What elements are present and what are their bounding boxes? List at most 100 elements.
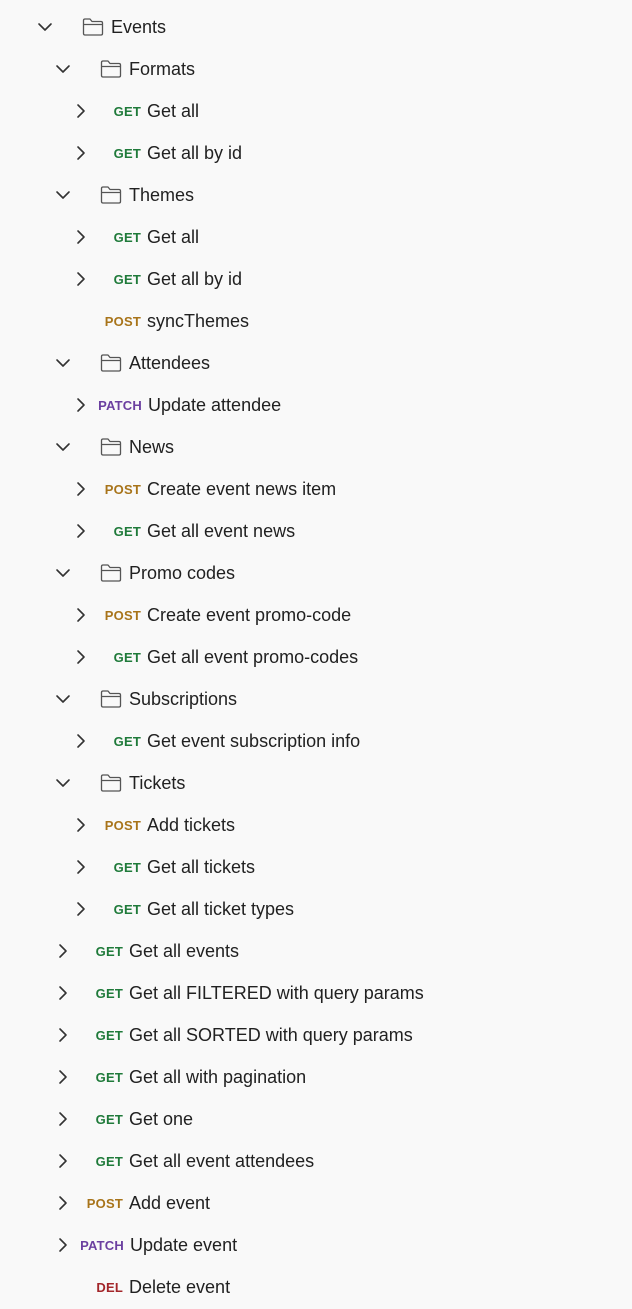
folder-icon <box>99 352 123 374</box>
folder-label: Themes <box>129 185 195 205</box>
method-badge: DEL <box>96 1280 123 1295</box>
request-item[interactable]: POST Add event <box>0 1182 632 1224</box>
request-label: Update attendee <box>148 395 282 415</box>
folder-promo-codes[interactable]: Promo codes <box>0 552 632 594</box>
request-item[interactable]: GET Get one <box>0 1098 632 1140</box>
request-item[interactable]: PATCH Update event <box>0 1224 632 1266</box>
method-badge: GET <box>95 1154 123 1169</box>
chevron-right-icon[interactable] <box>72 102 90 120</box>
folder-icon <box>99 772 123 794</box>
request-item[interactable]: PATCH Update attendee <box>0 384 632 426</box>
chevron-right-icon[interactable] <box>54 1152 72 1170</box>
folder-news[interactable]: News <box>0 426 632 468</box>
chevron-right-icon[interactable] <box>72 606 90 624</box>
folder-icon <box>99 436 123 458</box>
chevron-right-icon[interactable] <box>72 228 90 246</box>
chevron-right-icon[interactable] <box>72 648 90 666</box>
chevron-right-icon[interactable] <box>72 144 90 162</box>
chevron-right-icon[interactable] <box>72 816 90 834</box>
chevron-right-icon[interactable] <box>54 942 72 960</box>
request-item[interactable]: GET Get all by id <box>0 258 632 300</box>
folder-subscriptions[interactable]: Subscriptions <box>0 678 632 720</box>
chevron-right-icon[interactable] <box>72 270 90 288</box>
chevron-down-icon[interactable] <box>54 690 72 708</box>
request-label: Delete event <box>129 1277 231 1297</box>
request-item[interactable]: GET Get all <box>0 90 632 132</box>
chevron-right-icon[interactable] <box>72 522 90 540</box>
chevron-down-icon[interactable] <box>36 18 54 36</box>
chevron-right-icon[interactable] <box>72 900 90 918</box>
method-badge: GET <box>113 860 141 875</box>
request-label: Get all SORTED with query params <box>129 1025 413 1045</box>
request-item[interactable]: GET Get all event attendees <box>0 1140 632 1182</box>
method-badge: GET <box>95 1028 123 1043</box>
method-badge: PATCH <box>98 398 142 413</box>
chevron-right-icon[interactable] <box>54 1026 72 1044</box>
request-item[interactable]: GET Get event subscription info <box>0 720 632 762</box>
chevron-down-icon[interactable] <box>54 438 72 456</box>
request-item[interactable]: GET Get all ticket types <box>0 888 632 930</box>
request-item[interactable]: GET Get all with pagination <box>0 1056 632 1098</box>
request-item[interactable]: POST Create event news item <box>0 468 632 510</box>
method-badge: PATCH <box>80 1238 124 1253</box>
request-item[interactable]: POST syncThemes <box>0 300 632 342</box>
chevron-right-icon[interactable] <box>54 984 72 1002</box>
method-badge: GET <box>113 734 141 749</box>
folder-label: Tickets <box>129 773 186 793</box>
chevron-right-icon[interactable] <box>72 858 90 876</box>
chevron-down-icon[interactable] <box>54 60 72 78</box>
chevron-right-icon[interactable] <box>72 732 90 750</box>
folder-formats[interactable]: Formats <box>0 48 632 90</box>
request-label: Get all by id <box>147 143 243 163</box>
request-item[interactable]: GET Get all event promo-codes <box>0 636 632 678</box>
request-label: Get all FILTERED with query params <box>129 983 424 1003</box>
method-badge: POST <box>104 314 141 329</box>
chevron-right-icon[interactable] <box>54 1068 72 1086</box>
folder-icon <box>99 562 123 584</box>
chevron-right-icon[interactable] <box>72 396 90 414</box>
chevron-down-icon[interactable] <box>54 774 72 792</box>
chevron-right-icon[interactable] <box>54 1194 72 1212</box>
request-item[interactable]: GET Get all SORTED with query params <box>0 1014 632 1056</box>
chevron-down-icon[interactable] <box>54 354 72 372</box>
chevron-down-icon[interactable] <box>54 564 72 582</box>
method-badge: POST <box>104 818 141 833</box>
request-label: Get all events <box>129 941 240 961</box>
folder-attendees[interactable]: Attendees <box>0 342 632 384</box>
method-badge: GET <box>95 986 123 1001</box>
method-badge: GET <box>113 272 141 287</box>
method-badge: GET <box>113 146 141 161</box>
chevron-right-icon[interactable] <box>54 1236 72 1254</box>
method-badge: POST <box>104 608 141 623</box>
method-badge: GET <box>95 1070 123 1085</box>
request-label: syncThemes <box>147 311 250 331</box>
folder-events[interactable]: Events <box>0 6 632 48</box>
chevron-right-icon[interactable] <box>72 480 90 498</box>
request-label: Get all event news <box>147 521 296 541</box>
request-label: Update event <box>130 1235 238 1255</box>
collection-tree: Events Formats GET Get all GET Get all b… <box>0 0 632 1306</box>
folder-tickets[interactable]: Tickets <box>0 762 632 804</box>
method-badge: GET <box>113 902 141 917</box>
method-badge: GET <box>113 650 141 665</box>
request-item[interactable]: POST Add tickets <box>0 804 632 846</box>
request-label: Get all <box>147 101 200 121</box>
method-badge: GET <box>95 944 123 959</box>
request-label: Get all with pagination <box>129 1067 307 1087</box>
request-item[interactable]: GET Get all <box>0 216 632 258</box>
request-label: Get all <box>147 227 200 247</box>
request-item[interactable]: GET Get all tickets <box>0 846 632 888</box>
request-label: Create event promo-code <box>147 605 352 625</box>
request-item[interactable]: POST Create event promo-code <box>0 594 632 636</box>
request-item[interactable]: GET Get all event news <box>0 510 632 552</box>
folder-themes[interactable]: Themes <box>0 174 632 216</box>
request-label: Get all by id <box>147 269 243 289</box>
request-label: Get all tickets <box>147 857 256 877</box>
folder-icon <box>81 16 105 38</box>
request-item[interactable]: GET Get all FILTERED with query params <box>0 972 632 1014</box>
request-item[interactable]: GET Get all events <box>0 930 632 972</box>
request-item[interactable]: DEL Delete event <box>0 1266 632 1308</box>
request-item[interactable]: GET Get all by id <box>0 132 632 174</box>
chevron-down-icon[interactable] <box>54 186 72 204</box>
chevron-right-icon[interactable] <box>54 1110 72 1128</box>
